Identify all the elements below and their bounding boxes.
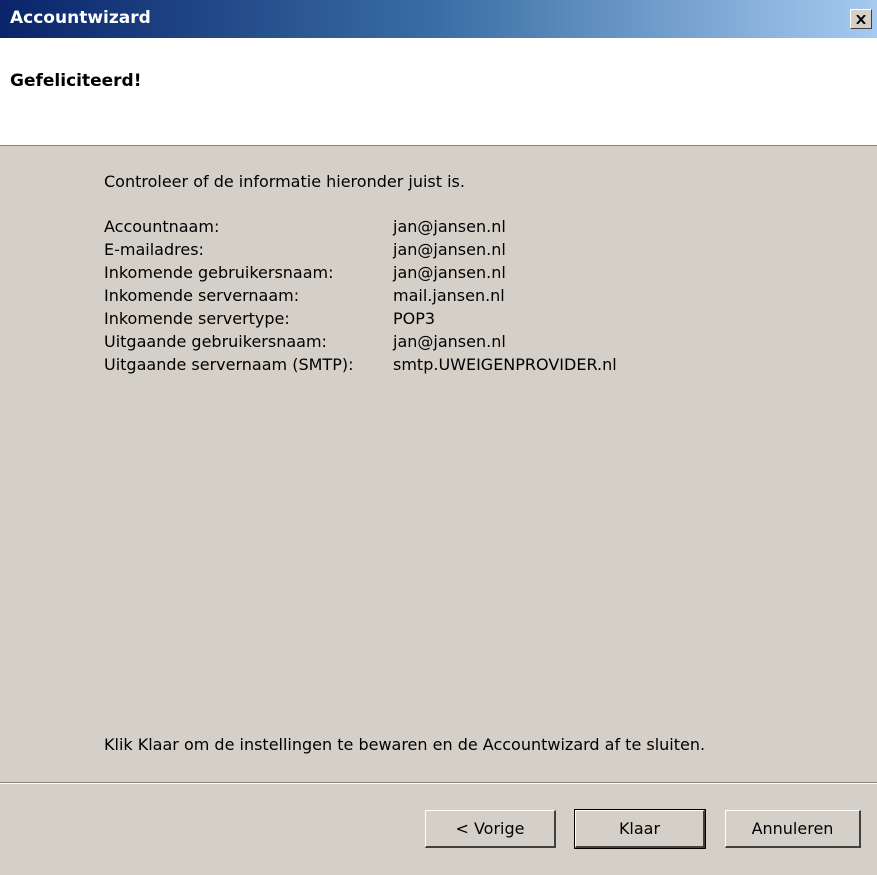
info-row-incoming-server-type: Inkomende servertype: POP3 — [104, 307, 617, 330]
info-row-outgoing-username: Uitgaande gebruikersnaam: jan@jansen.nl — [104, 330, 617, 353]
info-value: mail.jansen.nl — [393, 286, 505, 305]
info-label: Inkomende servernaam: — [104, 286, 300, 305]
info-value: jan@jansen.nl — [393, 217, 506, 236]
back-button[interactable]: < Vorige — [425, 810, 556, 848]
info-label: Uitgaande gebruikersnaam: — [104, 332, 327, 351]
info-value: jan@jansen.nl — [393, 240, 506, 259]
footer-instruction: Klik Klaar om de instellingen te bewaren… — [104, 735, 706, 754]
button-separator-highlight — [0, 783, 877, 784]
info-row-email: E-mailadres: jan@jansen.nl — [104, 238, 617, 261]
account-info-table: Accountnaam: jan@jansen.nl E-mailadres: ja… — [104, 215, 617, 376]
info-row-outgoing-server: Uitgaande servernaam (SMTP): smtp.UWEIGEN… — [104, 353, 617, 376]
info-value: POP3 — [393, 309, 436, 328]
close-icon — [856, 14, 866, 24]
cancel-button[interactable]: Annuleren — [725, 810, 861, 848]
page-title: Gefeliciteerd! — [10, 71, 142, 91]
info-label: Inkomende gebruikersnaam: — [104, 263, 334, 282]
info-label: E-mailadres: — [104, 240, 204, 259]
info-value: smtp.UWEIGENPROVIDER.nl — [393, 355, 617, 374]
account-wizard-dialog: Accountwizard Gefeliciteerd! Controleer … — [0, 0, 877, 875]
window-title: Accountwizard — [10, 8, 151, 28]
info-label: Accountnaam: — [104, 217, 220, 236]
info-label: Inkomende servertype: — [104, 309, 290, 328]
info-label: Uitgaande servernaam (SMTP): — [104, 355, 354, 374]
header-panel: Gefeliciteerd! — [0, 38, 877, 146]
info-row-incoming-username: Inkomende gebruikersnaam: jan@jansen.nl — [104, 261, 617, 284]
finish-button[interactable]: Klaar — [574, 809, 706, 849]
close-button[interactable] — [850, 9, 872, 29]
info-row-incoming-server: Inkomende servernaam: mail.jansen.nl — [104, 284, 617, 307]
intro-text: Controleer of de informatie hieronder ju… — [104, 172, 465, 191]
info-row-account-name: Accountnaam: jan@jansen.nl — [104, 215, 617, 238]
info-value: jan@jansen.nl — [393, 332, 506, 351]
title-bar: Accountwizard — [0, 0, 877, 38]
info-value: jan@jansen.nl — [393, 263, 506, 282]
